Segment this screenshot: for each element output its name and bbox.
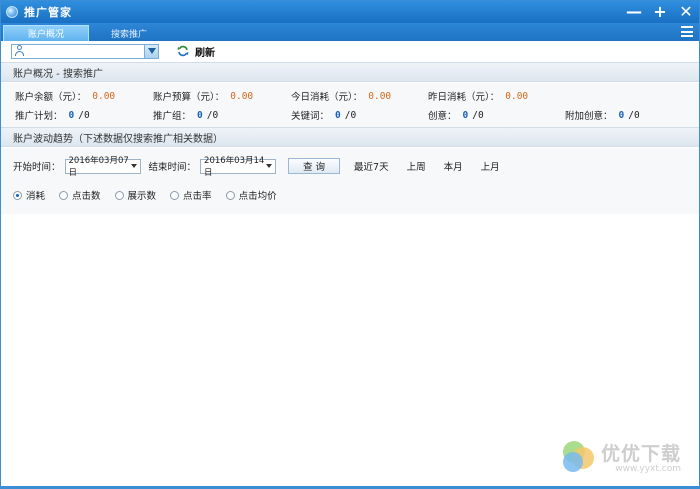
stat-label: 推广组： — [153, 111, 192, 122]
stat-value: 0.00 — [505, 90, 529, 102]
close-icon[interactable]: ✕ — [679, 4, 693, 20]
stat-plans: 推广计划： 0 /0 — [15, 108, 90, 123]
bottom-border — [1, 486, 699, 488]
metric-radio-group: 消耗 点击数 展示数 点击率 点击均价 — [13, 188, 291, 202]
refresh-button[interactable]: 刷新 — [177, 44, 215, 59]
stat-label: 账户预算（元）： — [153, 92, 225, 103]
dropdown-arrow-icon — [130, 164, 137, 168]
stat-total: /0 — [628, 109, 640, 121]
toolbar: 刷新 — [1, 41, 699, 61]
app-window: 推广管家 — + ✕ 账户概况 搜索推广 刷新 账户概况 - 搜索推广 账户余额… — [0, 0, 700, 489]
window-title: 推广管家 — [24, 6, 72, 19]
stat-today-cost: 今日消耗（元）： 0.00 — [291, 89, 392, 104]
trend-header: 账户波动趋势（下述数据仅搜索推广相关数据） — [1, 127, 699, 147]
radio-cost[interactable]: 消耗 — [13, 188, 45, 202]
maximize-icon[interactable]: + — [653, 4, 667, 20]
stat-groups: 推广组： 0 /0 — [153, 108, 219, 123]
radio-ctr[interactable]: 点击率 — [170, 188, 212, 202]
chevron-down-icon[interactable] — [144, 44, 158, 58]
minimize-icon[interactable]: — — [626, 4, 642, 20]
radio-impressions[interactable]: 展示数 — [114, 188, 157, 202]
start-date-label: 开始时间： — [13, 162, 61, 173]
stat-label: 昨日消耗（元）： — [428, 92, 500, 103]
stat-label: 关键词： — [291, 111, 330, 122]
stat-total: /0 — [472, 109, 484, 121]
start-date-value: 2016年03月07日 — [68, 156, 129, 178]
watermark: 优优下载 www.yyxt.com — [561, 438, 681, 474]
end-date-value: 2016年03月14日 — [204, 156, 265, 178]
stat-label: 今日消耗（元）： — [291, 92, 363, 103]
date-range-row: 开始时间： 2016年03月07日 结束时间： 2016年03月14日 查 询 … — [13, 156, 500, 178]
radio-label: 消耗 — [26, 191, 46, 202]
radio-label: 点击数 — [72, 191, 101, 202]
stat-value[interactable]: 0 — [197, 110, 203, 121]
tab-bar: 账户概况 搜索推广 — [1, 23, 699, 41]
radio-avg-cpc[interactable]: 点击均价 — [225, 188, 277, 202]
dropdown-arrow-icon — [266, 164, 273, 168]
radio-dot-icon — [59, 190, 69, 200]
end-date-picker[interactable]: 2016年03月14日 — [200, 156, 277, 178]
refresh-label: 刷新 — [195, 47, 215, 59]
start-date-picker[interactable]: 2016年03月07日 — [64, 156, 141, 178]
stat-value: 0.00 — [230, 90, 254, 102]
overview-panel: 账户余额（元）： 0.00 账户预算（元）： 0.00 今日消耗（元）： 0.0… — [1, 83, 699, 127]
account-select[interactable] — [11, 43, 159, 59]
radio-dot-icon — [114, 190, 124, 200]
query-button[interactable]: 查 询 — [288, 158, 341, 174]
watermark-logo-icon — [562, 441, 594, 472]
stat-value[interactable]: 0 — [69, 110, 75, 121]
end-date-label: 结束时间： — [148, 162, 197, 173]
radio-clicks[interactable]: 点击数 — [59, 188, 101, 202]
stat-value: 0.00 — [368, 90, 392, 102]
stat-value[interactable]: 0 — [335, 110, 341, 121]
title-bar[interactable]: 推广管家 — + ✕ — [1, 1, 699, 23]
stat-label: 附加创意： — [565, 111, 613, 122]
watermark-text: 优优下载 — [600, 442, 681, 465]
quick-link-last-week[interactable]: 上周 — [407, 159, 426, 173]
radio-label: 点击均价 — [238, 191, 277, 202]
quick-link-last-month[interactable]: 上月 — [481, 159, 500, 173]
stat-balance: 账户余额（元）： 0.00 — [15, 89, 116, 104]
stat-creatives: 创意： 0 /0 — [428, 108, 484, 123]
user-icon — [14, 45, 25, 57]
stat-value[interactable]: 0 — [619, 110, 625, 121]
stat-value[interactable]: 0 — [463, 110, 469, 121]
app-logo-icon — [6, 6, 18, 18]
stat-total: /0 — [78, 109, 90, 121]
stat-budget: 账户预算（元）： 0.00 — [153, 89, 254, 104]
stat-label: 推广计划： — [15, 111, 63, 122]
radio-dot-icon — [170, 190, 180, 200]
stat-total: /0 — [344, 109, 357, 121]
trend-panel: 开始时间： 2016年03月07日 结束时间： 2016年03月14日 查 询 … — [1, 148, 699, 214]
stat-extra-creatives: 附加创意： 0 /0 — [565, 108, 640, 123]
watermark-url: www.yyxt.com — [615, 463, 681, 474]
radio-dot-icon — [13, 190, 22, 200]
tab-account-overview[interactable]: 账户概况 — [3, 25, 90, 41]
stat-yesterday-cost: 昨日消耗（元）： 0.00 — [428, 89, 529, 104]
stat-total: /0 — [206, 109, 219, 121]
stat-label: 创意： — [428, 111, 457, 122]
stat-label: 账户余额（元）： — [15, 92, 87, 103]
stat-value: 0.00 — [92, 90, 116, 102]
radio-label: 点击率 — [183, 191, 212, 202]
stat-keywords: 关键词： 0 /0 — [291, 108, 357, 123]
refresh-icon — [177, 45, 189, 57]
radio-dot-icon — [225, 190, 235, 200]
menu-list-icon[interactable] — [681, 26, 693, 37]
overview-header: 账户概况 - 搜索推广 — [1, 62, 699, 82]
tab-search-promotion[interactable]: 搜索推广 — [89, 25, 169, 41]
quick-link-last-7-days[interactable]: 最近7天 — [354, 159, 389, 173]
quick-link-this-month[interactable]: 本月 — [444, 159, 463, 173]
window-controls: — + ✕ — [626, 1, 693, 23]
radio-label: 展示数 — [127, 191, 157, 202]
